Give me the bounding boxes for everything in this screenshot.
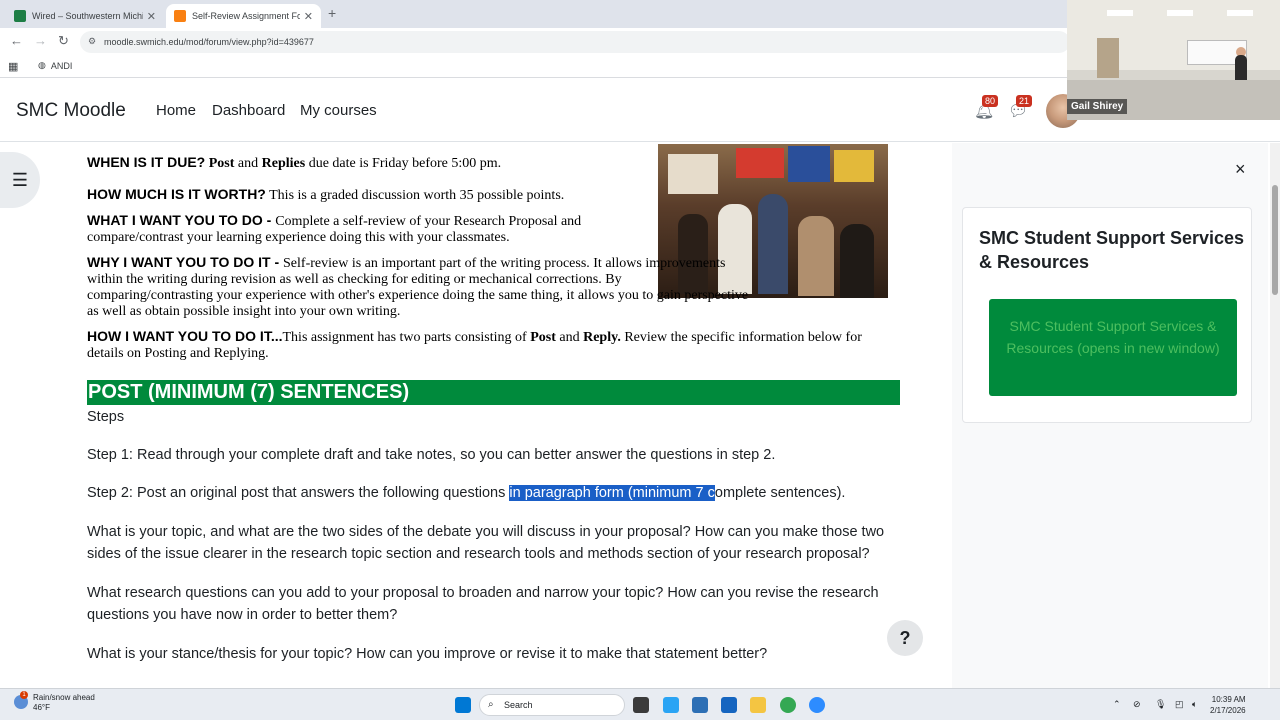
tab-title: Self-Review Assignment Forum: [192, 11, 300, 21]
bookmark-label: ANDI: [50, 60, 73, 71]
close-drawer-icon[interactable]: ×: [1235, 159, 1246, 180]
file-explorer-icon[interactable]: [750, 697, 766, 713]
nav-my-courses[interactable]: My courses: [300, 102, 377, 119]
search-icon: ⌕: [488, 699, 494, 710]
step-2-before: Step 2: Post an original post that answe…: [87, 485, 510, 501]
clock-time: 10:39 AM: [1211, 695, 1246, 704]
how-paragraph: HOW I WANT YOU TO DO IT...This assignmen…: [87, 328, 887, 362]
step-1-text: Step 1: Read through your complete draft…: [87, 447, 776, 463]
list-icon: ☰: [11, 169, 29, 190]
tab-favicon-icon: [174, 10, 186, 22]
windows-taskbar: 1 Rain/snow ahead 46°F ⌕ Search ⌃ ⊘ 🎙︎ ◰…: [0, 688, 1280, 720]
outlook-icon[interactable]: [721, 697, 737, 713]
block-title: SMC Student Support Services & Resources: [979, 228, 1245, 272]
scrollbar-thumb[interactable]: [1272, 185, 1278, 295]
new-tab-button[interactable]: +: [328, 5, 336, 21]
notifications-bell-icon[interactable]: 🔔︎ 80: [974, 95, 999, 121]
how-label: HOW I WANT YOU TO DO IT...: [87, 328, 283, 344]
how-text: This assignment has two parts consisting…: [282, 330, 531, 345]
tray-speaker-icon[interactable]: 🔈︎: [1192, 699, 1197, 710]
post-section-banner: POST (MINIMUM (7) SENTENCES): [87, 380, 900, 405]
tab-close-icon[interactable]: ✕: [147, 10, 156, 23]
video-call-inset[interactable]: Gail Shirey: [1067, 0, 1280, 120]
tray-network-off-icon[interactable]: ⊘: [1133, 699, 1141, 710]
course-index-toggle-button[interactable]: ☰: [0, 152, 40, 208]
system-clock[interactable]: 10:39 AM 2/17/2026: [1210, 694, 1246, 716]
tray-chevron-icon[interactable]: ⌃: [1113, 699, 1121, 710]
task-view-icon[interactable]: [633, 697, 649, 713]
zoom-icon[interactable]: [809, 697, 825, 713]
due-text: due date is Friday before 5:00 pm.: [305, 156, 502, 171]
weather-widget[interactable]: 1 Rain/snow ahead 46°F: [14, 691, 95, 713]
right-block-drawer: × SMC Student Support Services & Resourc…: [952, 143, 1268, 688]
reply-word: Reply.: [583, 330, 621, 345]
back-arrow-icon[interactable]: ←: [10, 33, 23, 48]
todo-label: WHAT I WANT YOU TO DO -: [87, 212, 276, 228]
tab-favicon-icon: [14, 10, 26, 22]
browser-tab-wired[interactable]: Wired – Southwestern Michiga... ✕: [6, 4, 164, 28]
tab-close-icon[interactable]: ✕: [304, 10, 313, 23]
question-1: What is your topic, and what are the two…: [87, 524, 885, 562]
chrome-icon[interactable]: [780, 697, 796, 713]
windows-start-icon[interactable]: [455, 697, 471, 713]
todo-paragraph: WHAT I WANT YOU TO DO - Complete a self-…: [87, 212, 647, 246]
tab-title: Wired – Southwestern Michiga...: [32, 11, 143, 21]
address-bar[interactable]: ⚙ moodle.swmich.edu/mod/forum/view.php?i…: [80, 31, 1070, 53]
step-2-text: Step 2: Post an original post that answe…: [87, 482, 902, 504]
search-placeholder: Search: [504, 700, 533, 710]
clock-date: 2/17/2026: [1210, 706, 1246, 715]
why-label: WHY I WANT YOU TO DO IT -: [87, 254, 284, 270]
address-url: moodle.swmich.edu/mod/forum/view.php?id=…: [104, 37, 314, 47]
bookmark-andi[interactable]: ◍ ANDI: [38, 60, 72, 71]
messages-icon[interactable]: 💬︎ 21: [1008, 95, 1033, 121]
help-button[interactable]: ?: [887, 620, 923, 656]
notifications-count-badge: 80: [982, 95, 999, 107]
post-word: Post: [208, 156, 235, 171]
why-paragraph: WHY I WANT YOU TO DO IT - Self-review is…: [87, 254, 749, 320]
globe-icon: ◍: [38, 60, 46, 70]
tray-mic-icon[interactable]: 🎙︎: [1155, 699, 1166, 710]
question-2: What research questions can you add to y…: [87, 585, 879, 623]
weather-badge: 1: [20, 691, 28, 699]
browser-tab-forum[interactable]: Self-Review Assignment Forum ✕: [166, 4, 321, 28]
reload-icon[interactable]: ↻: [58, 33, 69, 49]
site-brand[interactable]: SMC Moodle: [16, 100, 126, 122]
site-info-icon[interactable]: ⚙: [88, 36, 96, 47]
nav-dashboard[interactable]: Dashboard: [212, 102, 285, 119]
video-light: [1167, 10, 1193, 16]
video-light: [1107, 10, 1133, 16]
due-date-paragraph: WHEN IS IT DUE? Post and Replies due dat…: [87, 154, 647, 172]
due-label: WHEN IS IT DUE?: [87, 154, 206, 170]
video-door: [1097, 38, 1119, 78]
forward-arrow-icon[interactable]: →: [34, 33, 47, 48]
apps-grid-icon[interactable]: ▦: [8, 60, 18, 73]
worth-text: This is a graded discussion worth 35 pos…: [265, 188, 565, 203]
forum-content: WHEN IS IT DUE? Post and Replies due dat…: [72, 143, 952, 688]
step-2-after: omplete sentences).: [714, 485, 846, 501]
tray-wifi-icon[interactable]: ◰: [1175, 699, 1184, 710]
and-word: and: [555, 330, 584, 345]
messages-count-badge: 21: [1016, 95, 1033, 107]
post-word: Post: [530, 330, 556, 345]
selected-text: in paragraph form (minimum 7 c: [509, 485, 715, 501]
video-light: [1227, 10, 1253, 16]
worth-label: HOW MUCH IS IT WORTH?: [87, 186, 266, 202]
nav-home[interactable]: Home: [156, 102, 196, 119]
replies-word: Replies: [261, 156, 306, 171]
and-word: and: [234, 156, 262, 171]
worth-paragraph: HOW MUCH IS IT WORTH? This is a graded d…: [87, 186, 647, 204]
question-3: What is your stance/thesis for your topi…: [87, 646, 768, 662]
taskbar-search[interactable]: ⌕ Search: [479, 694, 625, 716]
support-services-block: SMC Student Support Services & Resources…: [962, 207, 1252, 423]
support-services-button[interactable]: SMC Student Support Services & Resources…: [989, 299, 1237, 396]
steps-heading: Steps: [87, 409, 125, 425]
store-icon[interactable]: [692, 697, 708, 713]
edge-icon[interactable]: [663, 697, 679, 713]
participant-name: Gail Shirey: [1067, 99, 1128, 114]
